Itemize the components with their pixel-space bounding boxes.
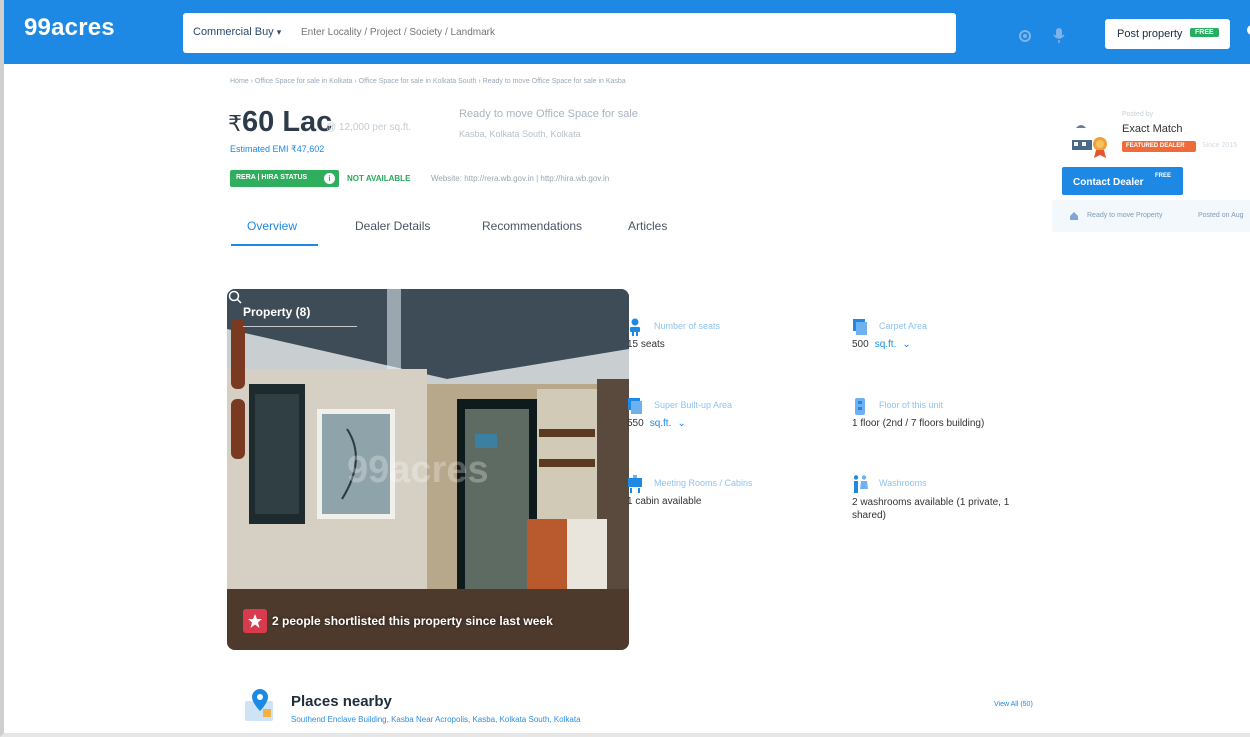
shortlist-text: 2 people shortlisted this property since… (272, 614, 553, 628)
contact-free-badge: FREE (1155, 173, 1172, 179)
super-area-label: Super Built-up Area (654, 400, 733, 410)
ready-to-move-text: Ready to move Property (1087, 212, 1163, 219)
spec-seats: Number of seats 15 seats (627, 318, 827, 368)
logo[interactable]: 99acres (24, 14, 115, 42)
dealer-since: Since 2015 (1202, 142, 1238, 149)
seats-value: 15 seats (627, 339, 665, 350)
rera-status-value: NOT AVAILABLE (347, 174, 411, 183)
featured-dealer-badge: FEATURED DEALER (1122, 141, 1196, 152)
seats-label: Number of seats (654, 321, 721, 331)
price-per-sqft: @ 12,000 per sq.ft. (326, 122, 412, 133)
chevron-down-icon: ▾ (276, 27, 282, 37)
carpet-area-value-wrap: 500 sq.ft. ⌄ (852, 339, 911, 350)
dealer-name[interactable]: Exact Match (1122, 123, 1183, 135)
property-title: Ready to move Office Space for sale (459, 108, 638, 120)
map-pin-icon (245, 689, 273, 721)
post-property-label: Post property (1117, 28, 1183, 40)
spec-super-area: Super Built-up Area 550 sq.ft. ⌄ (627, 397, 827, 447)
contact-dealer-button[interactable]: Contact Dealer FREE (1062, 167, 1183, 195)
user-icon[interactable] (1242, 22, 1250, 42)
carpet-area-label: Carpet Area (879, 321, 928, 331)
meeting-rooms-label: Meeting Rooms / Cabins (654, 478, 753, 488)
area-icon (853, 319, 867, 335)
chevron-down-icon[interactable]: ⌄ (902, 339, 910, 350)
places-nearby-title: Places nearby (291, 693, 392, 710)
section-tabs: Overview Dealer Details Recommendations … (230, 213, 690, 247)
meeting-rooms-value: 1 cabin available (627, 496, 702, 507)
super-area-value: 550 (627, 418, 644, 429)
dealer-footer: Ready to move Property Posted on Aug (1052, 200, 1250, 232)
super-area-value-wrap: 550 sq.ft. ⌄ (627, 418, 686, 429)
search-bar: Commercial Buy ▾ (183, 13, 1124, 53)
building-icon (855, 398, 865, 415)
rera-website[interactable]: Website: http://rera.wb.gov.in | http://… (431, 174, 609, 183)
search-category-label: Commercial Buy (193, 26, 274, 38)
active-tab-indicator (231, 244, 318, 246)
washroom-icon (853, 475, 868, 493)
washrooms-label: Washrooms (879, 478, 927, 488)
watermark: 99acres (347, 449, 489, 491)
zoom-icon[interactable] (227, 289, 243, 305)
carpet-area-value: 500 (852, 339, 869, 350)
meeting-room-icon (628, 475, 642, 493)
carpet-area-unit[interactable]: sq.ft. (875, 339, 897, 350)
photo-label-underline (243, 326, 357, 327)
microphone-icon[interactable] (1049, 25, 1069, 45)
location-target-icon[interactable] (1015, 26, 1035, 46)
featured-dealer-label: FEATURED DEALER (1126, 143, 1185, 149)
seat-icon (630, 318, 640, 336)
spec-floor: Floor of this unit 1 floor (2nd / 7 floo… (852, 397, 1072, 447)
dealer-caption: Posted by (1122, 111, 1154, 118)
post-property-button[interactable]: Post property FREE (1105, 19, 1230, 49)
view-all-link[interactable]: View All (50) (994, 701, 1033, 708)
super-area-unit[interactable]: sq.ft. (650, 418, 672, 429)
emi-link[interactable]: Estimated EMI ₹47,602 (230, 144, 324, 155)
rera-badge-label: RERA | HIRA STATUS (236, 174, 308, 181)
home-icon (1070, 212, 1078, 220)
photo-count-label[interactable]: Property (8) (243, 305, 310, 319)
spec-carpet-area: Carpet Area 500 sq.ft. ⌄ (852, 318, 1052, 368)
price: ₹60 Lac (228, 106, 332, 139)
search-category-dropdown[interactable]: Commercial Buy ▾ (193, 26, 281, 38)
property-location: Kasba, Kolkata South, Kolkata (459, 129, 581, 139)
free-badge: FREE (1190, 28, 1219, 37)
places-nearby-address: Southend Enclave Building, Kasba Near Ac… (291, 715, 581, 724)
search-input[interactable] (301, 27, 721, 38)
floor-label: Floor of this unit (879, 400, 944, 410)
tab-recommendations[interactable]: Recommendations (482, 219, 582, 233)
breadcrumb[interactable]: Home › Office Space for sale in Kolkata … (230, 78, 626, 85)
price-value: 60 Lac (242, 106, 333, 138)
dealer-avatar (1072, 125, 1107, 158)
tab-overview[interactable]: Overview (247, 219, 297, 233)
property-photo[interactable]: Property (8) 99acres 2 people shortliste… (227, 289, 629, 650)
floor-value: 1 floor (2nd / 7 floors building) (852, 418, 985, 429)
top-navbar: 99acres Commercial Buy ▾ Post propert (4, 0, 1250, 64)
spec-washrooms: Washrooms 2 washrooms available (1 priva… (852, 475, 1052, 530)
chevron-down-icon[interactable]: ⌄ (677, 418, 685, 429)
price-currency: ₹ (228, 111, 242, 136)
contact-dealer-label: Contact Dealer (1073, 177, 1144, 188)
tab-articles[interactable]: Articles (628, 219, 667, 233)
page: 99acres Commercial Buy ▾ Post propert (0, 0, 1250, 737)
star-icon (243, 609, 267, 633)
area-icon (628, 398, 642, 414)
washrooms-value: 2 washrooms available (1 private, 1 shar… (852, 497, 1010, 521)
posted-on-text: Posted on Aug (1198, 212, 1244, 219)
rera-status-badge: RERA | HIRA STATUS i (230, 170, 339, 187)
info-icon[interactable]: i (324, 173, 335, 184)
tab-dealer-details[interactable]: Dealer Details (355, 219, 430, 233)
spec-meeting-rooms: Meeting Rooms / Cabins 1 cabin available (627, 475, 827, 525)
